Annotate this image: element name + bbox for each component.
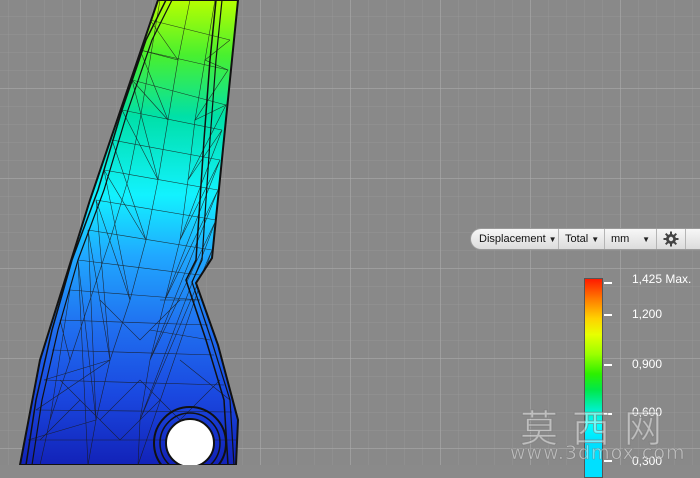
result-toolbar: Displacement ▼ Total ▼ mm ▼ — [470, 228, 700, 250]
scale-tick — [604, 314, 612, 316]
scale-tick — [604, 364, 612, 366]
scale-label: 1,200 — [632, 307, 663, 321]
scale-tick — [604, 282, 612, 284]
color-scale-bar — [584, 278, 603, 478]
component-dropdown[interactable]: Total ▼ — [559, 229, 605, 249]
chevron-down-icon: ▼ — [591, 234, 600, 244]
unit-label: mm — [611, 233, 630, 245]
unit-dropdown[interactable]: mm ▼ — [605, 229, 657, 249]
settings-button[interactable] — [657, 229, 686, 249]
result-type-dropdown[interactable]: Displacement ▼ — [471, 229, 559, 249]
chevron-down-icon: ▼ — [548, 234, 557, 244]
scale-label: 0,300 — [632, 454, 663, 468]
gear-icon — [663, 231, 679, 247]
chevron-down-icon: ▼ — [642, 234, 650, 244]
result-type-label: Displacement — [479, 233, 546, 245]
scale-tick — [604, 413, 612, 415]
component-label: Total — [565, 233, 589, 245]
bracket-part — [18, 0, 240, 465]
scale-label: 0,600 — [632, 405, 663, 419]
scale-label-max: 1,425 Max. — [632, 272, 692, 286]
scale-label: 0,900 — [632, 357, 663, 371]
scale-tick — [604, 460, 612, 462]
